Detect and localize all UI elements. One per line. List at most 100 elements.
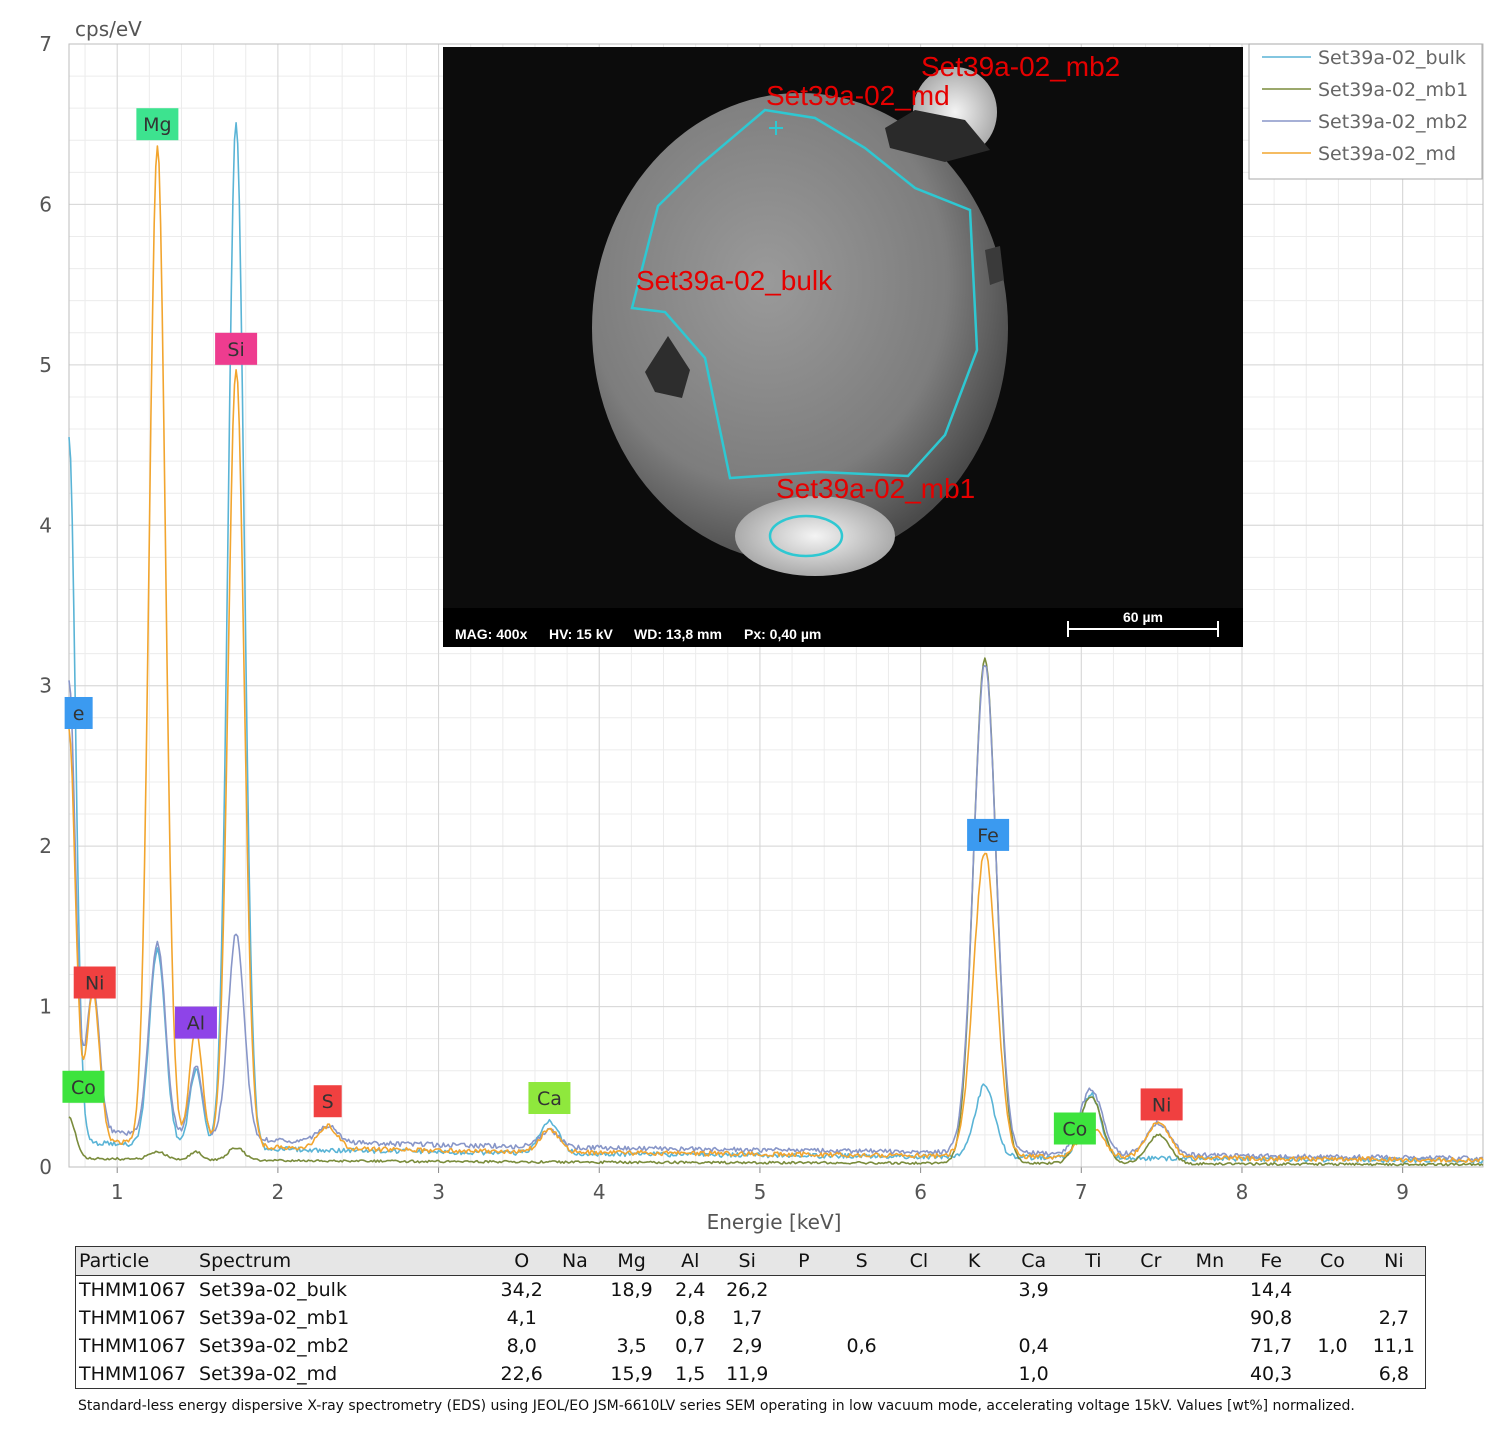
y-tick-label: 3 bbox=[39, 674, 52, 698]
table-cell: 0,7 bbox=[675, 1335, 706, 1357]
peak-label-text: Ca bbox=[537, 1088, 562, 1110]
y-tick-label: 4 bbox=[39, 513, 52, 537]
table-cell bbox=[1180, 1276, 1240, 1305]
legend: Set39a-02_bulk Set39a-02_mb1 Set39a-02_mb2… bbox=[1248, 43, 1483, 180]
peak-label-text: Co bbox=[1062, 1118, 1087, 1140]
table-cell: 3,5 bbox=[616, 1335, 647, 1357]
composition-table: Particle Spectrum O Na Mg Al Si P S Cl K Ca Ti Cr Mn Fe… bbox=[75, 1246, 1426, 1389]
table-cell bbox=[1363, 1276, 1426, 1305]
column-header: Mn bbox=[1195, 1250, 1225, 1272]
column-header: Co bbox=[1320, 1250, 1345, 1272]
x-tick-label: 5 bbox=[754, 1180, 767, 1204]
table-cell bbox=[1302, 1276, 1363, 1305]
table-cell: Set39a-02_mb1 bbox=[199, 1307, 350, 1329]
x-tick-label: 7 bbox=[1075, 1180, 1088, 1204]
table-cell: Set39a-02_md bbox=[199, 1363, 338, 1385]
sem-high-voltage: HV: 15 kV bbox=[549, 626, 613, 642]
table-cell: Set39a-02_mb2 bbox=[199, 1335, 350, 1357]
table-row: THMM1067 Set39a-02_md 22,6 15,9 1,5 11,9 1,0 40… bbox=[76, 1360, 1426, 1389]
table-cell bbox=[1302, 1360, 1363, 1389]
table-cell bbox=[946, 1304, 1003, 1332]
y-axis-title: cps/eV bbox=[75, 17, 142, 41]
table-cell: 11,9 bbox=[726, 1363, 769, 1385]
inset-label-bulk: Set39a-02_bulk bbox=[636, 265, 833, 296]
x-tick-label: 1 bbox=[111, 1180, 124, 1204]
table-cell bbox=[1302, 1304, 1363, 1332]
table-cell bbox=[1122, 1360, 1180, 1389]
peak-label-text: Ni bbox=[85, 973, 105, 995]
y-tick-label: 7 bbox=[39, 32, 52, 56]
inset-label-mb2: Set39a-02_mb2 bbox=[921, 51, 1120, 82]
table-cell bbox=[601, 1304, 663, 1332]
table-cell: 1,0 bbox=[1317, 1335, 1348, 1357]
x-tick-label: 8 bbox=[1236, 1180, 1249, 1204]
column-header: Fe bbox=[1260, 1250, 1282, 1272]
column-header: Si bbox=[738, 1250, 756, 1272]
table-cell: 6,8 bbox=[1378, 1363, 1409, 1385]
table-cell: 2,4 bbox=[675, 1279, 706, 1301]
inset-label-mb1: Set39a-02_mb1 bbox=[776, 473, 975, 504]
table-cell bbox=[831, 1276, 892, 1305]
peak-label-text: e bbox=[73, 703, 85, 725]
peak-label-text: Co bbox=[71, 1077, 96, 1099]
table-cell bbox=[549, 1276, 600, 1305]
table-cell: 3,9 bbox=[1018, 1279, 1049, 1301]
column-header: Cl bbox=[909, 1250, 929, 1272]
table-cell: Set39a-02_bulk bbox=[199, 1279, 347, 1301]
column-header: K bbox=[967, 1250, 981, 1272]
table-cell: 90,8 bbox=[1249, 1307, 1293, 1329]
peak-label-Al: Al bbox=[174, 1006, 217, 1039]
table-cell: 26,2 bbox=[726, 1279, 769, 1301]
table-cell bbox=[549, 1304, 600, 1332]
x-axis-title: Energie [keV] bbox=[707, 1210, 842, 1234]
table-row: THMM1067 Set39a-02_bulk 34,2 18,9 2,4 26,2 3,9… bbox=[76, 1276, 1426, 1305]
column-header: Ca bbox=[1021, 1250, 1047, 1272]
table-cell bbox=[1065, 1360, 1122, 1389]
column-header: Spectrum bbox=[199, 1250, 292, 1272]
table-cell: 18,9 bbox=[610, 1279, 653, 1301]
table-cell bbox=[831, 1304, 892, 1332]
table-cell: 0,6 bbox=[846, 1335, 877, 1357]
table-cell: 2,7 bbox=[1378, 1307, 1409, 1329]
table-cell bbox=[549, 1360, 600, 1389]
peak-label-Mg: Mg bbox=[136, 108, 179, 141]
table-cell bbox=[777, 1304, 832, 1332]
table-cell: 40,3 bbox=[1249, 1363, 1293, 1385]
table-cell bbox=[892, 1332, 946, 1360]
table-cell bbox=[1180, 1332, 1240, 1360]
legend-item-label: Set39a-02_md bbox=[1318, 143, 1456, 165]
peak-label-Ni: Ni bbox=[1140, 1088, 1183, 1121]
table-cell: 15,9 bbox=[610, 1363, 653, 1385]
column-header: Mg bbox=[617, 1250, 646, 1272]
table-cell: 1,7 bbox=[732, 1307, 763, 1329]
table-cell: 8,0 bbox=[506, 1335, 537, 1357]
table-cell bbox=[831, 1360, 892, 1389]
peak-label-text: Al bbox=[187, 1013, 205, 1035]
y-tick-label: 6 bbox=[39, 192, 52, 216]
inset-label-md: Set39a-02_md bbox=[766, 80, 950, 111]
table-cell bbox=[777, 1332, 832, 1360]
table-cell: 14,4 bbox=[1249, 1279, 1293, 1301]
x-tick-label: 4 bbox=[593, 1180, 606, 1204]
column-header: P bbox=[798, 1250, 810, 1272]
table-cell: 34,2 bbox=[500, 1279, 543, 1301]
column-header: Cr bbox=[1140, 1250, 1162, 1272]
table-cell bbox=[892, 1360, 946, 1389]
table-cell bbox=[946, 1276, 1003, 1305]
series-line-Set39a-02_mb2 bbox=[68, 664, 1483, 1162]
table-cell: 71,7 bbox=[1249, 1335, 1293, 1357]
peak-label-S: S bbox=[313, 1085, 342, 1118]
column-header: Ti bbox=[1085, 1250, 1102, 1272]
y-tick-label: 2 bbox=[39, 834, 52, 858]
table-cell: 0,4 bbox=[1018, 1335, 1049, 1357]
y-tick-label: 5 bbox=[39, 353, 52, 377]
x-tick-label: 2 bbox=[272, 1180, 285, 1204]
x-tick-label: 9 bbox=[1396, 1180, 1409, 1204]
column-header: O bbox=[514, 1250, 530, 1272]
column-header: Na bbox=[561, 1250, 588, 1272]
sem-magnification: MAG: 400x bbox=[455, 626, 528, 642]
table-cell: 11,1 bbox=[1372, 1335, 1416, 1357]
table-cell bbox=[777, 1276, 832, 1305]
peak-label-text: Si bbox=[227, 339, 244, 361]
x-tick-label: 6 bbox=[914, 1180, 927, 1204]
